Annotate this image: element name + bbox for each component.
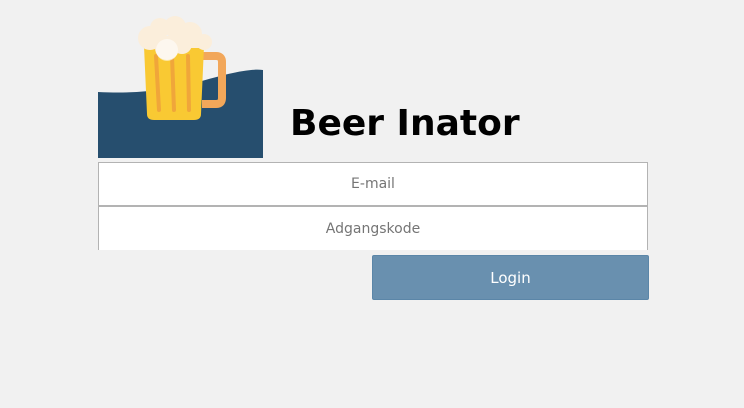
page-title: Beer Inator — [290, 103, 520, 144]
login-page: Beer Inator Login — [0, 0, 744, 408]
beer-mug-icon — [98, 16, 263, 158]
login-button[interactable]: Login — [372, 255, 649, 300]
email-field[interactable] — [98, 162, 648, 206]
logo — [98, 16, 263, 158]
password-field[interactable] — [98, 206, 648, 250]
